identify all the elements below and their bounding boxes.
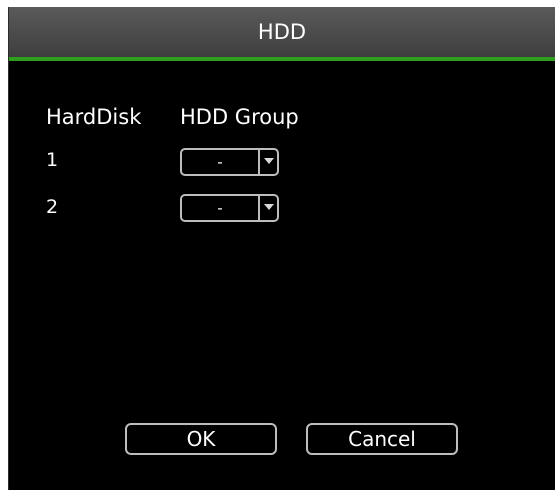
hdd-group-select-2[interactable]: - (180, 194, 279, 222)
harddisk-column-header: HardDisk (46, 105, 142, 129)
hdd-group-select-1[interactable]: - (180, 148, 279, 176)
select-divider (258, 150, 260, 174)
dialog-title: HDD (9, 7, 555, 57)
ok-button[interactable]: OK (125, 423, 277, 455)
select-divider (258, 196, 260, 220)
chevron-down-icon[interactable] (264, 158, 274, 164)
hdd-group-column-header: HDD Group (180, 105, 299, 129)
hdd-group-select-1-value: - (217, 153, 223, 171)
chevron-down-icon[interactable] (264, 204, 274, 210)
title-accent-bar (9, 57, 555, 61)
harddisk-row-2-label: 2 (46, 196, 59, 218)
hdd-group-select-2-value: - (217, 199, 223, 217)
cancel-button[interactable]: Cancel (306, 423, 458, 455)
hdd-dialog: HDD HardDisk HDD Group 1 - 2 - OK Cancel (8, 7, 555, 490)
harddisk-row-1-label: 1 (46, 149, 59, 171)
